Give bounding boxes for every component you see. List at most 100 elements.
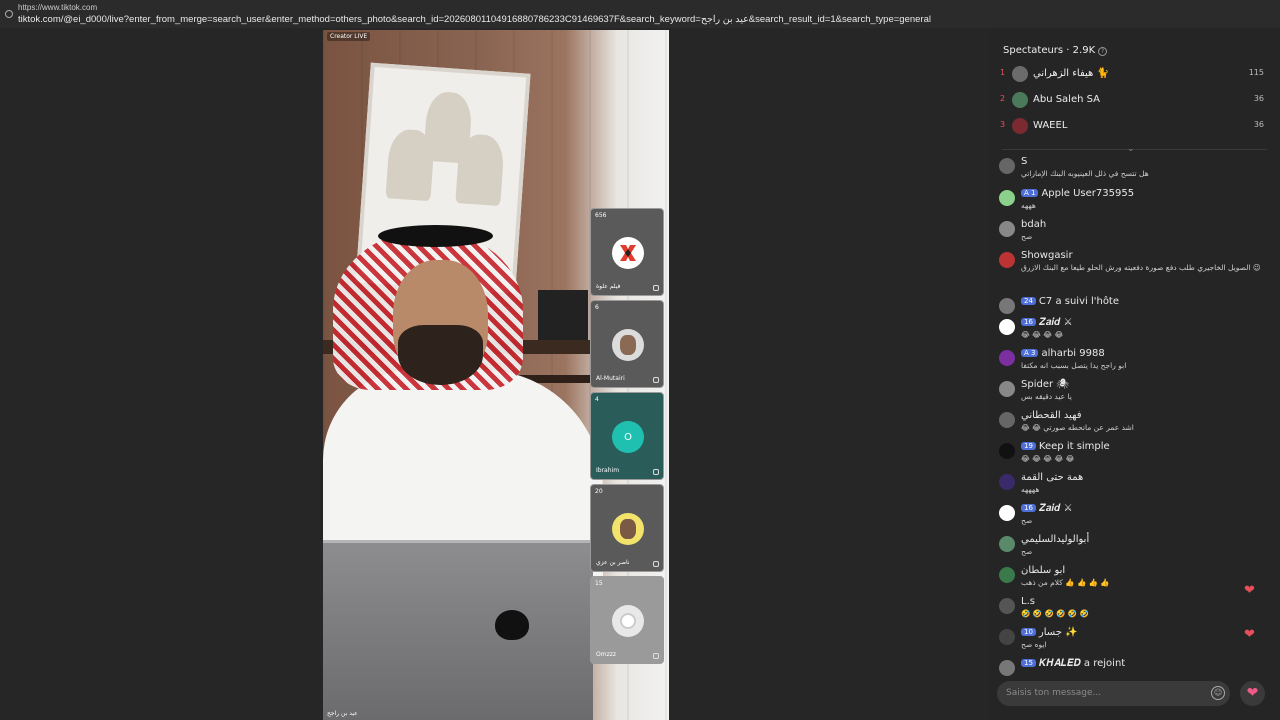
avatar — [999, 190, 1015, 206]
guest-tile[interactable]: 4 O Ibrahim — [590, 392, 664, 480]
browser-bar: https://www.tiktok.com tiktok.com/@ei_d0… — [0, 0, 1280, 28]
level-badge: 16 — [1021, 504, 1036, 512]
chat-username: 24 C7 a suivi l'hôte — [1021, 296, 1119, 307]
guest-count: 20 — [595, 488, 603, 495]
viewer-score: 115 — [1248, 68, 1264, 77]
avatar — [999, 536, 1015, 552]
chat-text: 😂 😂 اشد عمر عن ماتحطه صورتي — [1021, 423, 1134, 432]
avatar — [999, 412, 1015, 428]
guest-count: 15 — [595, 580, 603, 587]
avatar — [999, 660, 1015, 676]
help-icon[interactable]: ? — [1098, 47, 1108, 56]
avatar — [999, 252, 1015, 268]
guest-tile[interactable]: 20 ناصر بن عزي — [590, 484, 664, 572]
guest-avatar — [612, 329, 644, 361]
chat-username: Spider 🕷 — [1021, 379, 1069, 390]
guest-name: فيلم علوة — [596, 283, 621, 290]
chat-username: ابو سلطان — [1021, 565, 1066, 576]
chat-username: A 1 Apple User735955 — [1021, 188, 1134, 199]
creator-live-badge: Creator LIVE — [327, 32, 371, 41]
chat-text: الصويل الخاجيري طلب دفع صورة دفعيته ورش … — [1021, 263, 1261, 272]
avatar — [1012, 66, 1028, 82]
chat-username: S — [1021, 156, 1028, 167]
guest-count: 6 — [595, 304, 599, 311]
chat-username: 15 𝑲𝑯𝑨𝑳𝑬𝑫 a rejoint — [1021, 658, 1125, 669]
viewer-score: 36 — [1253, 94, 1264, 103]
chat-text: هههه — [1021, 201, 1036, 210]
chat-username: bdah — [1021, 219, 1047, 230]
avatar — [999, 629, 1015, 645]
guest-panel: 656 فيلم علوة 6 Al-Mutairi 4 O Ibrahim 2… — [590, 208, 664, 668]
heart-icon: ❤ — [1244, 627, 1255, 642]
chat-text: ايوه صح — [1021, 640, 1047, 649]
chat-text: صح — [1021, 547, 1033, 556]
top-viewer[interactable]: 2 Abu Saleh SA 36 — [1000, 91, 1270, 109]
viewer-score: 36 — [1253, 120, 1264, 129]
avatar — [999, 319, 1015, 335]
chat-text: هل تتسح في ذلل العينيوبه البنك الإماراتي — [1021, 169, 1149, 178]
avatar — [999, 298, 1015, 314]
chat-username: فهيد القحطاني — [1021, 410, 1082, 421]
message-input[interactable]: Saisis ton message... ☺ — [997, 681, 1230, 706]
chat-text: ابو راجح يدا يتصل بسبب انه مكتفا — [1021, 361, 1127, 370]
level-badge: A 1 — [1021, 189, 1039, 197]
address-url[interactable]: tiktok.com/@ei_d000/live?enter_from_merg… — [18, 14, 931, 25]
avatar — [1012, 92, 1028, 108]
site-info-icon[interactable] — [5, 10, 13, 18]
apple-logo-icon — [495, 610, 529, 640]
mic-icon — [653, 285, 659, 291]
chat-username: همة حتى القمة — [1021, 472, 1084, 483]
laptop — [323, 540, 593, 720]
guest-name: ناصر بن عزي — [596, 559, 630, 566]
chat-username: Showgasir — [1021, 250, 1073, 261]
heart-icon: ❤ — [1244, 583, 1255, 598]
message-placeholder: Saisis ton message... — [1006, 688, 1102, 698]
emoji-icon[interactable]: ☺ — [1211, 686, 1225, 700]
guest-count: 656 — [595, 212, 607, 219]
guest-tile[interactable]: 656 فيلم علوة — [590, 208, 664, 296]
viewer-name: WAEEL — [1033, 120, 1068, 131]
level-badge: 10 — [1021, 628, 1036, 636]
guest-tile[interactable]: 15 Omzzz — [590, 576, 664, 664]
avatar — [999, 567, 1015, 583]
chat-text: كلام من ذهب 👍 👍 👍 👍 — [1021, 578, 1110, 587]
mic-icon — [653, 469, 659, 475]
cross-logo-icon — [620, 245, 636, 261]
like-button[interactable]: ❤ — [1240, 681, 1265, 706]
level-badge: 24 — [1021, 297, 1036, 305]
side-panel: Spectateurs · 2.9K? 1 هيفاء الزهراني 🐈 1… — [990, 28, 1280, 720]
host-caption: عيد بن راجح — [327, 710, 358, 717]
avatar — [999, 598, 1015, 614]
chevron-down-icon[interactable]: ⌄ — [1127, 144, 1135, 154]
guest-avatar — [612, 605, 644, 637]
chat-username: A 3 alharbi 9988 — [1021, 348, 1105, 359]
guest-avatar: O — [612, 421, 644, 453]
chat-username: 16 𝒁𝒂𝒊𝒅 ⚔ — [1021, 317, 1072, 328]
viewer-name: Abu Saleh SA — [1033, 94, 1101, 105]
avatar — [999, 381, 1015, 397]
viewer-name: هيفاء الزهراني 🐈 — [1033, 68, 1109, 79]
guest-count: 4 — [595, 396, 599, 403]
guest-name: Al-Mutairi — [596, 375, 625, 382]
level-badge: A 3 — [1021, 349, 1039, 357]
guest-tile[interactable]: 6 Al-Mutairi — [590, 300, 664, 388]
guest-avatar — [612, 513, 644, 545]
top-viewer[interactable]: 1 هيفاء الزهراني 🐈 115 — [1000, 65, 1270, 83]
avatar — [1012, 118, 1028, 134]
chat-text: صح — [1021, 516, 1033, 525]
avatar — [999, 350, 1015, 366]
avatar — [999, 158, 1015, 174]
mic-icon — [653, 561, 659, 567]
avatar — [999, 505, 1015, 521]
avatar — [999, 221, 1015, 237]
chat-text: 😂 😂 😂 😂 😂 — [1021, 454, 1075, 463]
chat-text: ههههه — [1021, 485, 1040, 494]
chat-username: 19 Keep it simple — [1021, 441, 1110, 452]
chat-username: L.s — [1021, 596, 1035, 607]
chat-text: 😂 😂 😂 😂 — [1021, 330, 1064, 339]
spectators-header: Spectateurs · 2.9K? — [1003, 45, 1108, 56]
top-viewer[interactable]: 3 WAEEL 36 — [1000, 117, 1270, 135]
chat-text: يا عيد دقيقه بس — [1021, 392, 1072, 401]
avatar — [999, 443, 1015, 459]
guest-name: Ibrahim — [596, 467, 620, 474]
